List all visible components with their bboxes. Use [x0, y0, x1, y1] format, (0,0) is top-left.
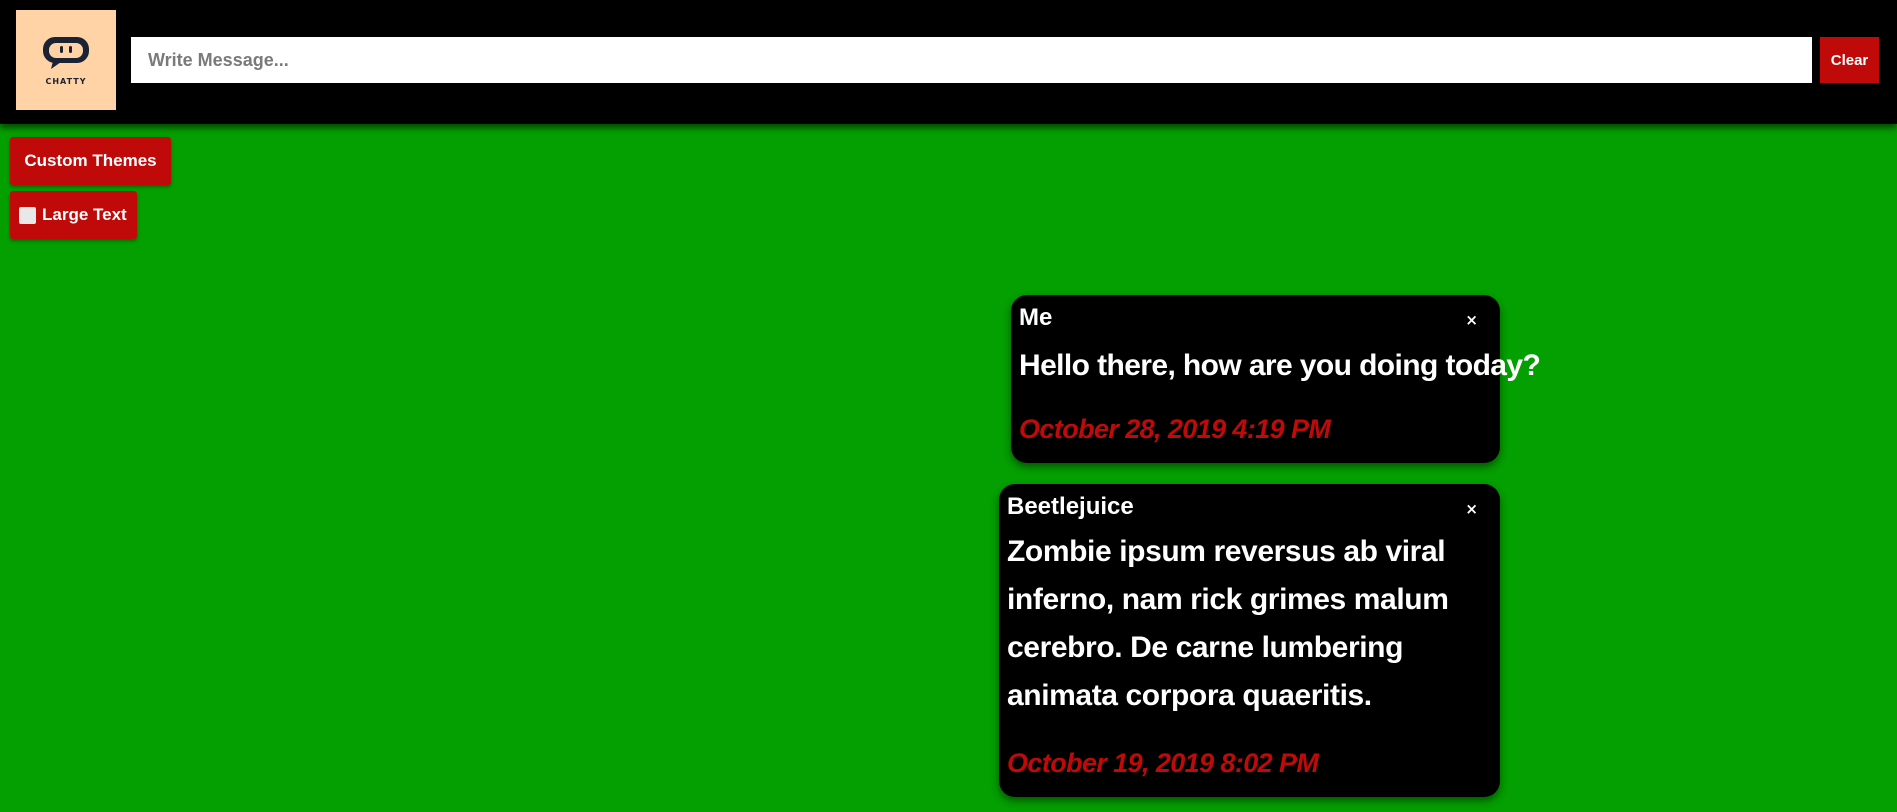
logo-text: CHATTY	[45, 76, 87, 86]
chatty-logo: CHATTY	[16, 10, 116, 110]
message-sender: Beetlejuice	[1007, 493, 1134, 520]
message-bubble: Me × Hello there, how are you doing toda…	[1011, 295, 1541, 463]
chat-bubble-icon	[43, 36, 89, 69]
clear-button[interactable]: Clear	[1820, 37, 1879, 83]
delete-message-icon[interactable]: ×	[1465, 311, 1478, 329]
message-timestamp: October 19, 2019 8:02 PM	[1007, 748, 1319, 778]
message-text: Hello there, how are you doing today?	[1019, 349, 1541, 382]
message-bubble: Beetlejuice × Zombie ipsum reversus ab v…	[999, 484, 1500, 797]
custom-themes-button[interactable]: Custom Themes	[10, 137, 171, 185]
large-text-toggle[interactable]: Large Text	[10, 191, 137, 239]
message-sender: Me	[1019, 304, 1053, 331]
top-bar: CHATTY Clear	[0, 0, 1897, 124]
message-input[interactable]	[131, 37, 1812, 83]
large-text-checkbox[interactable]	[19, 206, 36, 224]
message-text: Zombie ipsum reversus ab viral inferno, …	[1007, 535, 1449, 712]
delete-message-icon[interactable]: ×	[1465, 500, 1478, 518]
message-timestamp: October 28, 2019 4:19 PM	[1019, 414, 1331, 444]
large-text-label: Large Text	[42, 205, 127, 224]
